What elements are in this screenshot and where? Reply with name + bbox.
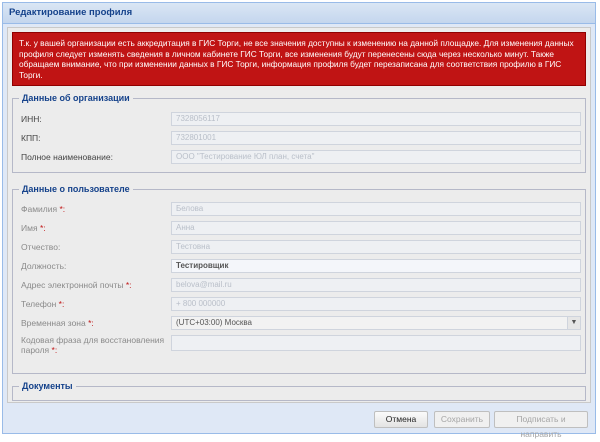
save-button[interactable]: Сохранить [434, 411, 490, 428]
email-label: Адрес электронной почты *: [21, 280, 132, 290]
last-name-label: Фамилия *: [21, 204, 66, 214]
dialog-body: Т.к. у вашей организации есть аккредитац… [7, 27, 591, 403]
email-field: belova@mail.ru [171, 278, 581, 292]
first-name-label: Имя *: [21, 223, 46, 233]
position-field[interactable]: Тестировщик [171, 259, 581, 273]
position-label: Должность: [21, 261, 67, 271]
passphrase-field [171, 335, 581, 351]
full-name-label: Полное наименование: [21, 152, 113, 162]
documents-legend: Документы [22, 381, 73, 391]
timezone-select[interactable]: (UTC+03:00) Москва ▼ [171, 316, 581, 330]
patronymic-label: Отчество: [21, 242, 61, 252]
phone-label: Телефон *: [21, 299, 65, 309]
last-name-field: Белова [171, 202, 581, 216]
patronymic-field: Тестовна [171, 240, 581, 254]
kpp-field: 732801001 [171, 131, 581, 145]
timezone-value: (UTC+03:00) Москва [176, 318, 252, 327]
chevron-down-icon[interactable]: ▼ [567, 317, 580, 329]
phone-field: + 800 000000 [171, 297, 581, 311]
dialog-footer: Отмена Сохранить Подписать и направить [3, 403, 595, 439]
timezone-label: Временная зона *: [21, 318, 94, 328]
cancel-button[interactable]: Отмена [374, 411, 428, 428]
organization-fieldset: Данные об организации ИНН: 7328056117 КП… [12, 93, 586, 173]
sign-and-send-button[interactable]: Подписать и направить [494, 411, 588, 439]
first-name-field: Анна [171, 221, 581, 235]
kpp-label: КПП: [21, 133, 41, 143]
organization-legend: Данные об организации [22, 93, 130, 103]
inn-field: 7328056117 [171, 112, 581, 126]
dialog-title: Редактирование профиля [3, 3, 595, 24]
edit-profile-dialog: Редактирование профиля Т.к. у вашей орга… [2, 2, 596, 439]
user-legend: Данные о пользователе [22, 184, 130, 194]
documents-fieldset: Документы [12, 381, 586, 401]
full-name-field: ООО "Тестирование ЮЛ план, счета" [171, 150, 581, 164]
passphrase-label: Кодовая фраза для восстановления пароля … [21, 335, 165, 355]
inn-label: ИНН: [21, 114, 42, 124]
gis-torgi-warning: Т.к. у вашей организации есть аккредитац… [12, 32, 586, 86]
user-fieldset: Данные о пользователе Фамилия *: Белова … [12, 184, 586, 374]
